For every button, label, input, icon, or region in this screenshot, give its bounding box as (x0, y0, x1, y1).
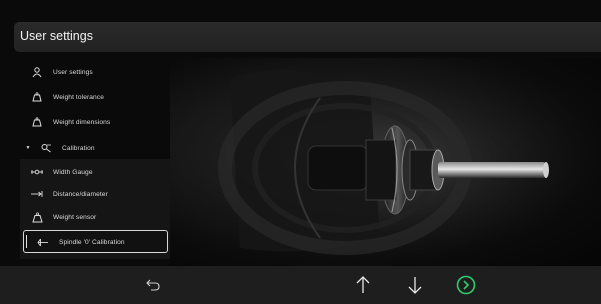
back-icon (146, 279, 160, 291)
sidebar-item-weight-sensor[interactable]: Weight sensor (20, 205, 170, 229)
confirm-button[interactable] (452, 266, 480, 304)
weight-icon (29, 209, 45, 225)
sidebar-item-label: Weight sensor (53, 213, 97, 221)
sidebar-item-label: Weight tolerance (53, 93, 104, 101)
arrow-down-icon (408, 276, 422, 294)
sidebar-item-spindle-calibration[interactable]: Spindle '0' Calibration (20, 230, 170, 254)
sidebar-item-label: Spindle '0' Calibration (59, 238, 125, 246)
confirm-icon (456, 275, 476, 295)
sidebar-item-label: Width Gauge (53, 168, 93, 176)
header-bar: User settings (14, 22, 601, 52)
sidebar-item-calibration[interactable]: ▼ Calibration (20, 136, 170, 160)
sidebar-item-label: User settings (53, 68, 93, 76)
spindle-icon (35, 234, 51, 250)
arrow-up-icon (356, 276, 370, 294)
app-screen: User settings User settings Weight toler… (0, 0, 601, 304)
sidebar-item-user-settings[interactable]: User settings (20, 60, 170, 84)
sidebar-item-weight-tolerance[interactable]: Weight tolerance (20, 85, 170, 109)
page-title: User settings (20, 29, 93, 43)
distance-icon (29, 186, 45, 202)
back-button[interactable] (138, 266, 168, 304)
sidebar-item-distance-diameter[interactable]: Distance/diameter (20, 182, 170, 206)
sidebar-item-weight-dimensions[interactable]: Weight dimensions (20, 110, 170, 134)
arrow-down-button[interactable] (402, 266, 428, 304)
sidebar-item-label: Calibration (62, 144, 95, 152)
user-icon (29, 64, 45, 80)
arrow-up-button[interactable] (350, 266, 376, 304)
calibration-icon (38, 140, 54, 156)
bottom-nav-bar (0, 266, 601, 304)
caret-down-icon: ▼ (25, 145, 31, 151)
sidebar-item-width-gauge[interactable]: Width Gauge (20, 160, 170, 184)
sidebar-item-label: Distance/diameter (53, 190, 108, 198)
sidebar-item-label: Weight dimensions (53, 118, 111, 126)
settings-menu: User settings Weight tolerance Weight di… (20, 58, 170, 266)
weight-icon (29, 114, 45, 130)
spindle-render-image (170, 58, 601, 266)
weight-icon (29, 89, 45, 105)
width-gauge-icon (29, 164, 45, 180)
